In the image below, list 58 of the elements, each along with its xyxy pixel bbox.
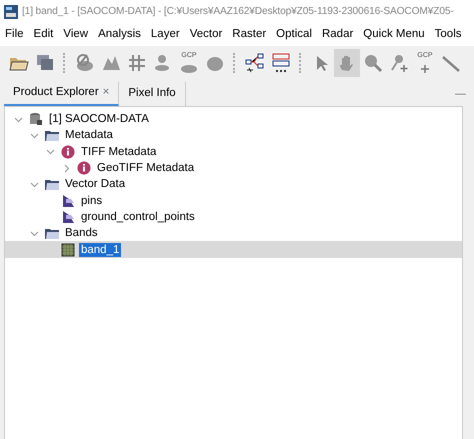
minimize-button[interactable]: — — [455, 86, 466, 106]
panel-tab[interactable]: Product Explorer × — [4, 82, 120, 106]
band-icon — [61, 242, 75, 257]
tree-label: GeoTIFF Metadata — [96, 161, 196, 176]
menu-item[interactable]: Quick Menu — [358, 26, 430, 44]
tree-row[interactable]: TIFF Metadata — [5, 144, 462, 160]
expanded-chevron-icon[interactable] — [14, 114, 22, 124]
tree-row[interactable]: pins — [5, 192, 462, 209]
folder-icon — [45, 177, 59, 192]
batch-graph-icon — [270, 52, 292, 74]
expanded-chevron-icon[interactable] — [30, 180, 38, 189]
tree-label: pins — [80, 194, 104, 208]
tab-label: Product Explorer — [13, 85, 99, 100]
close-icon[interactable]: × — [102, 84, 110, 102]
vector-layer-icon — [61, 210, 75, 224]
graph-icon — [244, 52, 266, 74]
folder-icon — [45, 226, 59, 240]
vector-layer-icon — [61, 194, 75, 208]
plus-icon — [421, 65, 429, 73]
tree-label: Metadata — [64, 128, 114, 142]
tree-row[interactable]: GeoTIFF Metadata — [5, 160, 462, 176]
tree-label: ground_control_points — [80, 210, 196, 224]
menu-item[interactable]: Optical — [271, 26, 317, 44]
tab-label: Pixel Info — [128, 86, 176, 102]
folder-icon — [45, 128, 59, 142]
expanded-chevron-icon[interactable] — [46, 147, 54, 156]
search-icon — [362, 52, 384, 74]
grid-icon — [126, 52, 148, 74]
menu-item[interactable]: Raster — [227, 26, 272, 44]
tree-row[interactable]: band_1 — [5, 241, 462, 258]
menu-item[interactable]: Tools — [430, 26, 467, 44]
menu-item[interactable]: View — [58, 26, 94, 44]
expanded-chevron-icon[interactable] — [30, 228, 38, 238]
collapsed-chevron-icon[interactable] — [62, 164, 70, 173]
tree-label: Vector Data — [64, 177, 126, 192]
tree-label: band_1 — [79, 242, 122, 257]
tree-row[interactable]: Metadata — [5, 127, 462, 144]
menu-item[interactable]: Radar — [316, 26, 358, 44]
menu-item[interactable]: Analysis — [93, 26, 146, 44]
tree-label: TIFF Metadata — [80, 144, 158, 159]
info-icon — [77, 161, 91, 176]
menu-item[interactable]: Edit — [28, 26, 58, 44]
tree-label: [1] SAOCOM-DATA — [48, 112, 150, 126]
window-title: [1] band_1 - [SAOCOM-DATA] - [C:¥Users¥AAZ162¥Desktop¥Z05-1193-2300616-SAOCOM¥Z05- — [22, 5, 454, 20]
app-icon — [4, 5, 18, 19]
menu-item[interactable]: Vector — [184, 26, 228, 44]
tree-row[interactable]: ground_control_points — [5, 208, 462, 226]
database-icon — [29, 112, 43, 126]
tree-row[interactable]: Bands — [5, 225, 462, 242]
menu-item[interactable]: Layer — [146, 26, 185, 44]
info-icon — [61, 144, 75, 159]
expanded-chevron-icon[interactable] — [30, 130, 38, 140]
gcp-icon — [181, 65, 197, 73]
disabled-shape-icon — [74, 52, 96, 74]
menu-item[interactable]: File — [0, 26, 29, 44]
tree-label: Bands — [64, 226, 99, 240]
tree-row[interactable]: Vector Data — [5, 176, 462, 192]
tree-row[interactable]: [1] SAOCOM-DATA — [5, 111, 462, 128]
